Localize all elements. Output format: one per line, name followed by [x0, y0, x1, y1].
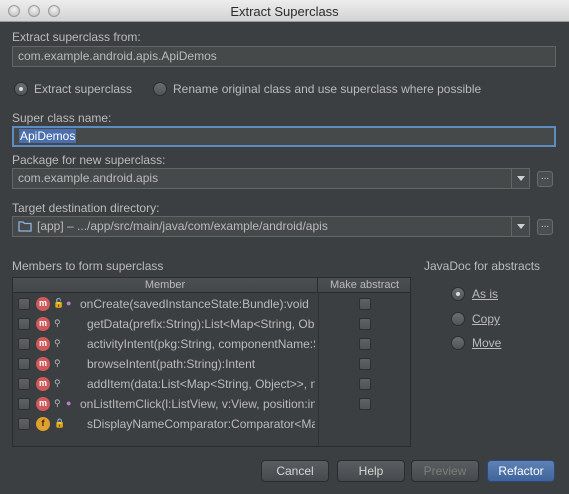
- member-signature: onCreate(savedInstanceState:Bundle):void: [80, 297, 309, 311]
- target-dir-browse-button[interactable]: ...: [537, 219, 553, 235]
- table-row[interactable]: m ⚲ getData(prefix:String):List<Map<Stri…: [13, 314, 410, 334]
- table-row[interactable]: m ⚲ addItem(data:List<Map<String, Object…: [13, 374, 410, 394]
- package-private-icon: ⚲: [54, 398, 61, 408]
- table-row[interactable]: m 🔓 ● onCreate(savedInstanceState:Bundle…: [13, 294, 410, 314]
- member-signature: getData(prefix:String):List<Map<String, …: [87, 317, 315, 331]
- member-signature: sDisplayNameComparator:Comparator<Ma: [87, 417, 315, 431]
- target-dir-dropdown-arrow-icon[interactable]: [511, 217, 529, 236]
- package-private-icon: ⚲: [54, 318, 61, 328]
- extract-from-field[interactable]: com.example.android.apis.ApiDemos: [12, 46, 556, 67]
- make-abstract-checkbox[interactable]: [359, 378, 371, 390]
- super-class-name-input[interactable]: ApiDemos: [12, 126, 556, 147]
- member-signature: addItem(data:List<Map<String, Object>>, …: [87, 377, 315, 391]
- javadoc-label: JavaDoc for abstracts: [424, 259, 541, 273]
- make-abstract-column-header[interactable]: Make abstract: [318, 278, 411, 293]
- override-icon: ●: [66, 398, 72, 408]
- package-browse-button[interactable]: ...: [537, 171, 553, 187]
- method-icon: m: [36, 357, 50, 371]
- protected-lock-icon: 🔓: [53, 298, 65, 308]
- preview-button[interactable]: Preview: [411, 460, 479, 482]
- javadoc-as-is-radio[interactable]: [451, 287, 465, 301]
- table-row[interactable]: m ⚲ activityIntent(pkg:String, component…: [13, 334, 410, 354]
- member-include-checkbox[interactable]: [18, 418, 30, 430]
- table-row[interactable]: m ⚲ ● onListItemClick(l:ListView, v:View…: [13, 394, 410, 414]
- member-include-checkbox[interactable]: [18, 378, 30, 390]
- title-bar: Extract Superclass: [0, 0, 569, 22]
- member-include-checkbox[interactable]: [18, 338, 30, 350]
- rename-original-radio-label[interactable]: Rename original class and use superclass…: [173, 82, 481, 96]
- extract-superclass-radio-label[interactable]: Extract superclass: [34, 82, 132, 96]
- package-combobox[interactable]: com.example.android.apis: [12, 168, 530, 189]
- member-include-checkbox[interactable]: [18, 398, 30, 410]
- package-value: com.example.android.apis: [18, 171, 159, 185]
- target-dir-value: [app] – .../app/src/main/java/com/exampl…: [37, 219, 328, 233]
- member-signature: browseIntent(path:String):Intent: [87, 357, 256, 371]
- super-class-name-label: Super class name:: [12, 111, 112, 125]
- make-abstract-checkbox[interactable]: [359, 398, 371, 410]
- package-label: Package for new superclass:: [12, 153, 166, 167]
- target-dir-label: Target destination directory:: [12, 201, 160, 215]
- make-abstract-checkbox[interactable]: [359, 298, 371, 310]
- members-table: Member Make abstract m 🔓 ● onCreate(save…: [12, 277, 411, 447]
- member-include-checkbox[interactable]: [18, 298, 30, 310]
- static-field-icon: f: [36, 417, 50, 431]
- extract-from-label: Extract superclass from:: [12, 30, 141, 44]
- member-signature: onListItemClick(l:ListView, v:View, posi…: [80, 397, 315, 411]
- private-lock-icon: 🔒: [54, 418, 66, 428]
- members-table-header: Member Make abstract: [13, 278, 410, 293]
- super-class-name-selected-text: ApiDemos: [19, 129, 77, 143]
- table-row[interactable]: m ⚲ browseIntent(path:String):Intent: [13, 354, 410, 374]
- member-include-checkbox[interactable]: [18, 318, 30, 330]
- table-row[interactable]: f 🔒 sDisplayNameComparator:Comparator<Ma: [13, 414, 410, 434]
- method-icon: m: [36, 337, 50, 351]
- member-column-header[interactable]: Member: [13, 278, 318, 293]
- javadoc-copy-radio[interactable]: [451, 312, 465, 326]
- make-abstract-checkbox[interactable]: [359, 318, 371, 330]
- package-private-icon: ⚲: [54, 378, 61, 388]
- make-abstract-checkbox[interactable]: [359, 358, 371, 370]
- members-label: Members to form superclass: [12, 259, 164, 273]
- method-icon: m: [36, 377, 50, 391]
- refactor-button[interactable]: Refactor: [487, 460, 555, 482]
- package-private-icon: ⚲: [54, 338, 61, 348]
- make-abstract-checkbox[interactable]: [359, 338, 371, 350]
- member-signature: activityIntent(pkg:String, componentName…: [87, 337, 315, 351]
- method-icon: m: [36, 397, 50, 411]
- javadoc-move-radio[interactable]: [451, 336, 465, 350]
- override-icon: ●: [66, 298, 72, 308]
- javadoc-move-label[interactable]: Move: [472, 336, 501, 350]
- package-dropdown-arrow-icon[interactable]: [511, 169, 529, 188]
- method-icon: m: [36, 297, 50, 311]
- rename-original-radio[interactable]: [153, 82, 167, 96]
- window-title: Extract Superclass: [230, 4, 339, 19]
- javadoc-as-is-label[interactable]: As is: [472, 287, 498, 301]
- method-icon: m: [36, 317, 50, 331]
- member-include-checkbox[interactable]: [18, 358, 30, 370]
- target-dir-combobox[interactable]: [app] – .../app/src/main/java/com/exampl…: [12, 216, 530, 237]
- javadoc-copy-label[interactable]: Copy: [472, 312, 500, 326]
- extract-superclass-radio[interactable]: [14, 82, 28, 96]
- cancel-button[interactable]: Cancel: [261, 460, 329, 482]
- help-button[interactable]: Help: [337, 460, 405, 482]
- package-private-icon: ⚲: [54, 358, 61, 368]
- folder-icon: [18, 221, 32, 232]
